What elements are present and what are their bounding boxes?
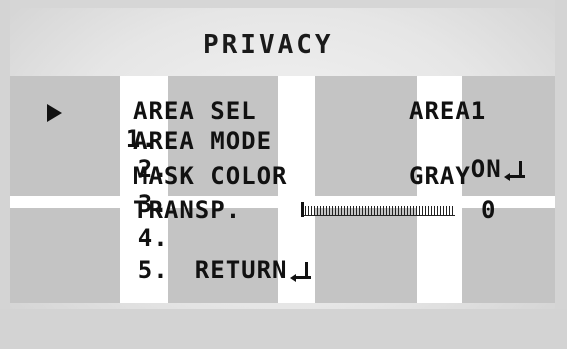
mask-block <box>315 208 417 303</box>
menu-item-value[interactable]: AREA1 <box>409 97 486 125</box>
osd-screen: PRIVACY 1. AREA SEL AREA1 2. AREA MODE O… <box>0 0 567 349</box>
mask-block <box>462 208 555 303</box>
menu-item-label[interactable]: AREA MODE <box>133 127 272 155</box>
mask-block <box>315 76 417 202</box>
menu-item-label[interactable]: MASK COLOR <box>133 162 288 190</box>
frame-border-left <box>0 0 10 349</box>
transparency-slider-knob[interactable] <box>301 202 304 217</box>
enter-return-icon <box>289 262 311 282</box>
menu-item-label[interactable]: AREA SEL <box>133 97 257 125</box>
menu-item-label[interactable]: RETURN <box>133 228 311 312</box>
menu-item-label[interactable]: TRANSP. <box>133 196 241 224</box>
menu-item-value-text: ON <box>470 155 502 183</box>
menu-item-label-text: RETURN <box>194 256 288 284</box>
menu-item-value[interactable]: GRAY <box>409 162 471 190</box>
triangle-right-cursor-icon <box>47 104 62 122</box>
frame-border-right <box>555 0 567 349</box>
enter-return-icon <box>503 161 525 181</box>
frame-border-top <box>0 0 567 8</box>
menu-title: PRIVACY <box>203 30 334 60</box>
frame-border-bottom <box>0 309 567 349</box>
transparency-slider[interactable] <box>302 206 455 216</box>
menu-item-value[interactable]: 0 <box>481 196 496 224</box>
